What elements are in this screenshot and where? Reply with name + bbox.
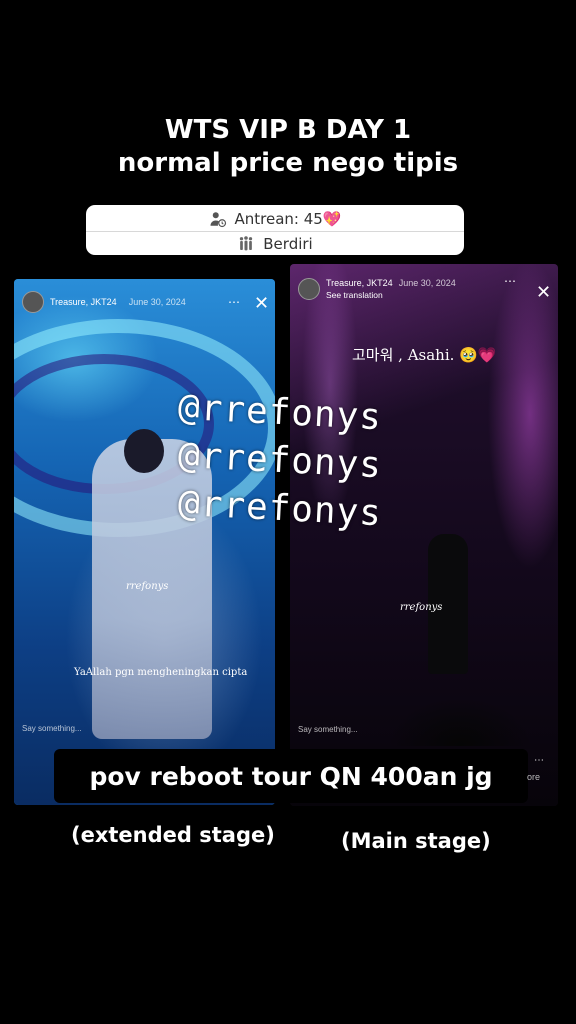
title-line-1: WTS VIP B DAY 1 [164,115,412,145]
header-text-group: Treasure, JKT24 June 30, 2024 See transl… [326,278,456,300]
story-header-right: Treasure, JKT24 June 30, 2024 See transl… [298,278,456,300]
post-date: June 30, 2024 [398,278,456,288]
story-caption: 고마워 , Asahi. 🥹💗 [352,346,497,364]
more-text: ore [527,772,541,782]
story-header-left: Treasure, JKT24 June 30, 2024 [22,291,186,313]
account-name[interactable]: Treasure, JKT24 [326,278,393,288]
more-options-icon[interactable]: ⋯ [504,274,517,288]
pov-label: pov reboot tour QN 400an jg [54,749,528,803]
seat-row: Berdiri [86,232,464,256]
post-date: June 30, 2024 [128,297,186,307]
story-caption: YaAllah pgn mengheningkan cipta [74,667,248,678]
queue-label: Antrean: 45💖 [234,210,342,228]
queue-row: Antrean: 45💖 [86,207,464,231]
close-icon[interactable]: ✕ [536,283,551,301]
close-icon[interactable]: ✕ [254,294,269,312]
handle-small: rrefonys [400,602,443,613]
see-translation-link[interactable]: See translation [326,290,456,300]
story-screenshot-left: Treasure, JKT24 June 30, 2024 ⋯ ✕ rrefon… [14,279,275,805]
handle-small: rrefonys [126,581,169,592]
reply-input[interactable]: Say something... [298,725,358,734]
account-name[interactable]: Treasure, JKT24 [50,297,117,307]
avatar[interactable] [298,278,320,300]
header-top-line: Treasure, JKT24 June 30, 2024 [326,278,456,288]
seat-label: Berdiri [263,235,313,253]
performer-head [124,429,164,473]
title-line-2: normal price nego tipis [117,148,459,178]
story-screenshot-right: Treasure, JKT24 June 30, 2024 See transl… [290,264,558,806]
reply-input[interactable]: Say something... [22,724,82,733]
more-options-icon[interactable]: ⋯ [228,295,241,309]
ticket-info-card: Antrean: 45💖 Berdiri [86,205,464,255]
people-standing-icon [240,236,253,251]
extended-stage-label: (extended stage) [61,819,285,851]
avatar[interactable] [22,291,44,313]
more-options-icon[interactable]: ⋯ [534,755,545,766]
person-clock-icon [210,212,226,228]
main-stage-label: (Main stage) [331,825,501,857]
